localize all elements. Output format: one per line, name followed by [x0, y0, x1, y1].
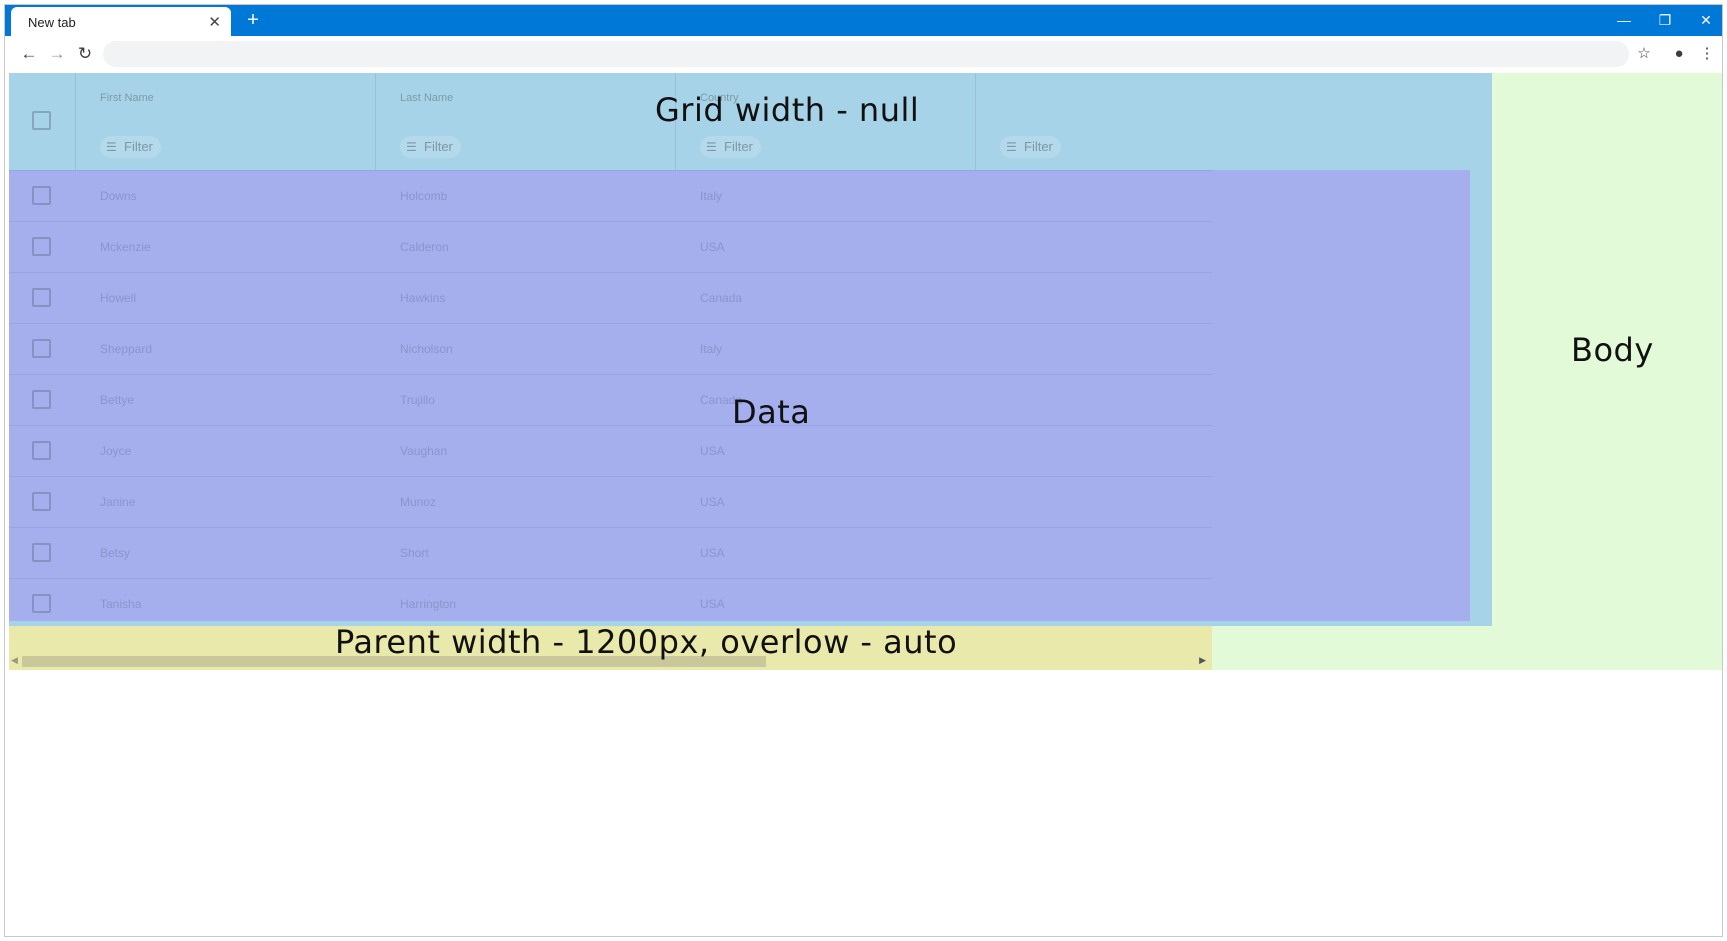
parent-annotation: Parent width - 1200px, overlow - auto [335, 623, 958, 661]
cell-last: Harrington [400, 597, 457, 611]
cell-country: USA [700, 546, 725, 560]
forward-icon[interactable]: → [45, 42, 69, 66]
close-window-icon[interactable]: ✕ [1691, 9, 1721, 31]
table-row[interactable]: Bettye Trujillo Canada [9, 374, 1212, 425]
tab-close-icon[interactable]: ✕ [208, 13, 221, 31]
filter-icon: ☰ [1006, 140, 1017, 154]
filter-icon: ☰ [406, 140, 417, 154]
new-tab-button[interactable]: + [241, 8, 265, 32]
cell-first: Bettye [100, 393, 135, 407]
table-row[interactable]: Howell Hawkins Canada [9, 272, 1212, 323]
menu-icon[interactable]: ⋮ [1695, 42, 1719, 66]
cell-country: Italy [700, 189, 723, 203]
cell-first: Janine [100, 495, 136, 509]
back-icon[interactable]: ← [17, 42, 41, 66]
cell-last: Vaughan [400, 444, 448, 458]
row-checkbox[interactable] [32, 390, 51, 409]
filter-label: Filter [124, 139, 153, 154]
cell-last: Hawkins [400, 291, 446, 305]
data-annotation: Data [732, 393, 811, 431]
row-checkbox[interactable] [32, 186, 51, 205]
title-bar: New tab ✕ + — ❐ ✕ [5, 5, 1722, 37]
cell-first: Tanisha [100, 597, 142, 611]
column-header-last-name[interactable]: Last Name [400, 92, 453, 104]
bookmark-star-icon[interactable]: ☆ [1632, 42, 1656, 66]
address-bar[interactable] [103, 41, 1629, 67]
filter-label: Filter [424, 139, 453, 154]
filter-label: Filter [1024, 139, 1053, 154]
table-row[interactable]: Mckenzie Calderon USA [9, 221, 1212, 272]
cell-last: Munoz [400, 495, 437, 509]
select-all-checkbox[interactable] [32, 111, 51, 130]
minimize-icon[interactable]: — [1609, 9, 1639, 31]
table-row[interactable]: Downs Holcomb Italy [9, 170, 1212, 221]
cell-first: Howell [100, 291, 137, 305]
body-annotation: Body [1571, 331, 1654, 369]
browser-toolbar: ← → ↻ ☆ ● ⋮ [5, 36, 1722, 71]
scroll-left-icon[interactable]: ◀ [11, 655, 18, 666]
cell-last: Nicholson [400, 342, 453, 356]
cell-country: Italy [700, 342, 723, 356]
table-row[interactable]: Joyce Vaughan USA [9, 425, 1212, 476]
tab-new-tab[interactable]: New tab ✕ [11, 7, 231, 37]
filter-first-name[interactable]: ☰ Filter [100, 136, 161, 158]
scroll-right-icon[interactable]: ▶ [1199, 655, 1206, 666]
table-row[interactable]: Sheppard Nicholson Italy [9, 323, 1212, 374]
cell-last: Holcomb [400, 189, 448, 203]
filter-country[interactable]: ☰ Filter [700, 136, 761, 158]
cell-country: USA [700, 597, 725, 611]
row-checkbox[interactable] [32, 237, 51, 256]
filter-label: Filter [724, 139, 753, 154]
cell-first: Betsy [100, 546, 131, 560]
cell-first: Mckenzie [100, 240, 151, 254]
cell-country: Canada [700, 291, 743, 305]
browser-window: New tab ✕ + — ❐ ✕ ← → ↻ ☆ ● ⋮ First Name… [4, 4, 1723, 937]
row-checkbox[interactable] [32, 339, 51, 358]
table-row[interactable]: Janine Munoz USA [9, 476, 1212, 527]
row-checkbox[interactable] [32, 441, 51, 460]
row-checkbox[interactable] [32, 288, 51, 307]
row-checkbox[interactable] [32, 492, 51, 511]
cell-last: Short [400, 546, 429, 560]
cell-first: Downs [100, 189, 137, 203]
reload-icon[interactable]: ↻ [73, 42, 97, 66]
cell-last: Calderon [400, 240, 449, 254]
cell-first: Joyce [100, 444, 132, 458]
column-separator [75, 73, 76, 170]
table-row[interactable]: Tanisha Harrington USA [9, 578, 1212, 629]
column-separator [975, 73, 976, 170]
filter-icon: ☰ [106, 140, 117, 154]
column-header-first-name[interactable]: First Name [100, 92, 154, 104]
table-row[interactable]: Betsy Short USA [9, 527, 1212, 578]
cell-country: USA [700, 495, 725, 509]
filter-column-4[interactable]: ☰ Filter [1000, 136, 1061, 158]
cell-country: USA [700, 444, 725, 458]
cell-first: Sheppard [100, 342, 153, 356]
cell-country: USA [700, 240, 725, 254]
profile-icon[interactable]: ● [1667, 42, 1691, 66]
row-checkbox[interactable] [32, 543, 51, 562]
page-viewport: First Name Last Name Country ☰ Filter ☰ Fi… [5, 71, 1722, 936]
restore-icon[interactable]: ❐ [1650, 9, 1680, 31]
row-checkbox[interactable] [32, 594, 51, 613]
cell-last: Trujillo [400, 393, 435, 407]
tab-title: New tab [28, 15, 76, 30]
filter-last-name[interactable]: ☰ Filter [400, 136, 461, 158]
filter-icon: ☰ [706, 140, 717, 154]
grid-annotation: Grid width - null [655, 91, 920, 129]
data-grid: First Name Last Name Country ☰ Filter ☰ Fi… [9, 73, 1212, 626]
column-separator [375, 73, 376, 170]
